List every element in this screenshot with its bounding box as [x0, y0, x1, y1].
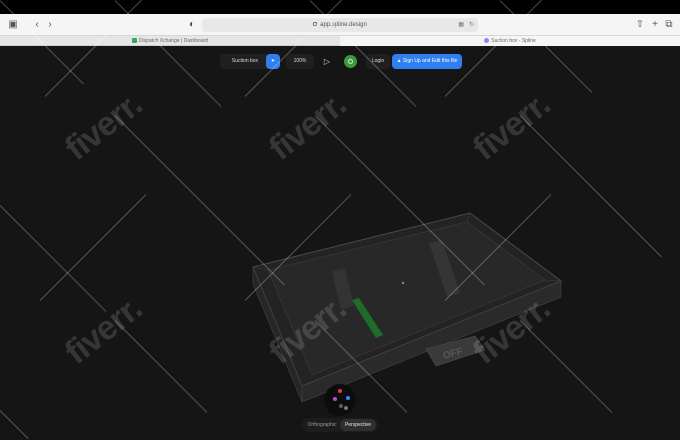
- signup-edit-button[interactable]: ▲ Sign Up and Edit this file: [392, 54, 462, 69]
- scene-name-button[interactable]: Suction box: [220, 54, 270, 69]
- menu-bar: [0, 0, 680, 14]
- scene-name: Suction box: [231, 58, 259, 64]
- axis-z-icon: [346, 396, 350, 400]
- privacy-shield-icon[interactable]: ◐: [186, 19, 198, 31]
- sidebar-toggle-icon[interactable]: ▣: [7, 19, 19, 31]
- forward-icon[interactable]: ›: [44, 19, 56, 31]
- tab-dispatch[interactable]: Dispatch Xchange | Dashboard: [0, 36, 340, 46]
- reload-icon[interactable]: ↻: [469, 18, 474, 32]
- cursor-icon: ➤: [270, 58, 276, 64]
- tab-favicon-icon: [131, 38, 137, 43]
- play-button[interactable]: ▷: [320, 54, 334, 69]
- status-indicator-icon[interactable]: [344, 55, 357, 68]
- editor-toolbar: Suction box ➤ 100% ▷ Login ▲ Sign Up and…: [220, 54, 462, 71]
- axis-neg-icon: [344, 406, 348, 410]
- tab-overview-icon[interactable]: ⧉: [663, 19, 675, 31]
- play-icon: ▷: [323, 57, 331, 66]
- scene-pivot: [401, 281, 405, 285]
- orthographic-toggle[interactable]: Orthographic: [304, 419, 340, 431]
- axis-y-icon: [333, 397, 337, 401]
- login-label: Login: [371, 58, 385, 64]
- tab-label: Suction box - Spline: [491, 38, 536, 44]
- browser-toolbar: ▣ ‹ › ◐ app.spline.design ↻ ▦ ⇧ + ⧉: [0, 14, 680, 36]
- login-button[interactable]: Login: [366, 54, 390, 69]
- spline-favicon-icon: [484, 38, 490, 43]
- perspective-toggle[interactable]: Perspective: [340, 419, 376, 431]
- signup-label: Sign Up and Edit this file: [402, 58, 458, 64]
- scene-canvas[interactable]: OFF Suction box ➤ 100% ▷ Login ▲ Sign Up…: [0, 46, 680, 440]
- new-tab-icon[interactable]: +: [649, 19, 661, 31]
- tab-label: Dispatch Xchange | Dashboard: [138, 38, 209, 44]
- zoom-button[interactable]: 100%: [286, 54, 314, 69]
- translate-icon[interactable]: ▦: [458, 18, 464, 32]
- orthographic-label: Orthographic: [307, 422, 337, 428]
- zoom-value: 100%: [293, 58, 307, 64]
- lock-icon: [313, 22, 318, 26]
- share-icon[interactable]: ⇧: [634, 19, 646, 31]
- scene-3d-view[interactable]: OFF: [0, 46, 680, 440]
- cursor-tool-button[interactable]: ➤: [266, 54, 280, 69]
- axis-x-icon: [338, 389, 342, 393]
- back-icon[interactable]: ‹: [31, 19, 43, 31]
- address-bar[interactable]: app.spline.design ↻ ▦: [202, 18, 478, 32]
- orientation-gizmo[interactable]: [324, 384, 356, 416]
- axis-neg-icon: [339, 404, 343, 408]
- tab-spline[interactable]: Suction box - Spline: [340, 36, 680, 46]
- perspective-label: Perspective: [344, 422, 372, 428]
- url-text: app.spline.design: [320, 22, 367, 28]
- view-mode-switch: Orthographic Perspective: [302, 418, 378, 432]
- tab-strip: Dispatch Xchange | Dashboard Suction box…: [0, 36, 680, 46]
